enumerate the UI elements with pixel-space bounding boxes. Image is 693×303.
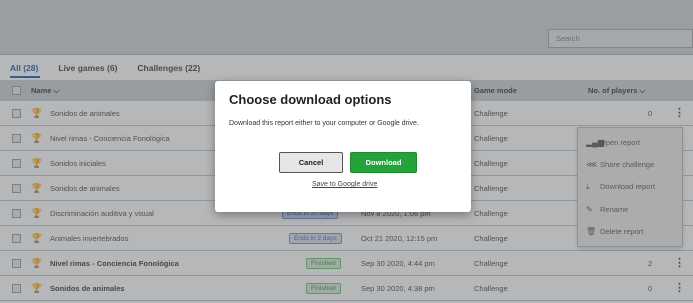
cancel-button[interactable]: Cancel: [279, 152, 343, 173]
dialog-title: Choose download options: [229, 92, 392, 107]
dialog-description: Download this report either to your comp…: [229, 120, 419, 127]
download-button[interactable]: Download: [350, 152, 417, 173]
download-options-dialog: Choose download options Download this re…: [215, 81, 471, 212]
save-to-google-drive-link[interactable]: Save to Google drive: [312, 181, 377, 188]
